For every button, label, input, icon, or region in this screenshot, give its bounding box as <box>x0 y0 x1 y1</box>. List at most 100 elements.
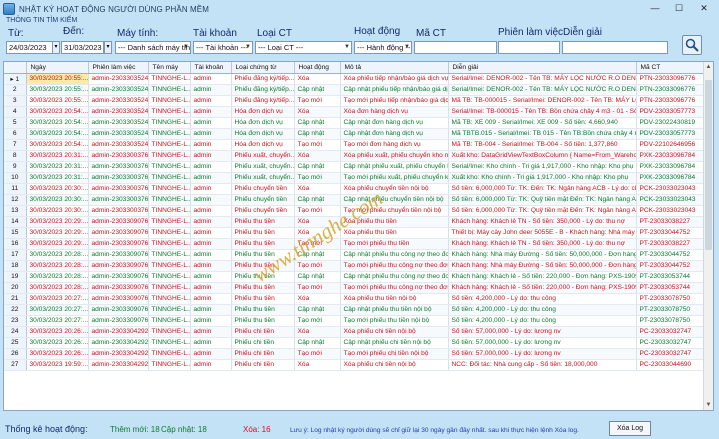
row-number[interactable]: 24 <box>4 326 27 338</box>
table-cell[interactable]: Phiếu chi tiền <box>231 337 295 349</box>
table-cell[interactable]: Cập nhật <box>294 271 341 283</box>
row-number[interactable]: 3 <box>4 95 27 107</box>
table-cell[interactable]: admin <box>190 359 232 371</box>
table-cell[interactable]: TINNGHE-L... <box>148 172 191 184</box>
column-header[interactable]: Mã CT <box>636 62 705 74</box>
table-cell[interactable]: admin <box>190 348 232 360</box>
table-cell[interactable]: admin-23033035246 <box>88 73 149 85</box>
table-cell[interactable]: admin-23033003763 <box>88 183 149 195</box>
table-cell[interactable]: admin-23033090767 <box>88 293 149 305</box>
table-cell[interactable]: Tạo mới phiếu chi tiền nội bộ <box>340 348 449 360</box>
table-cell[interactable]: TINNGHE-L... <box>148 128 191 140</box>
table-cell[interactable]: PT-23033038227 <box>636 238 705 250</box>
table-cell[interactable]: Mã TB: XE 009 - Serial/Imei: XE 009 - Số… <box>448 117 637 129</box>
row-number[interactable]: 17 <box>4 249 27 261</box>
table-row[interactable]: 24 30/03/2023 20:26:... admin-23033042921 T… <box>4 326 705 338</box>
table-cell[interactable]: Số tiền: 6,000,000 Từ: TK: Đến: TK: Ngân… <box>448 183 637 195</box>
table-cell[interactable]: admin <box>190 84 232 96</box>
action-select[interactable]: --- Hành động -- ▼ <box>354 41 412 54</box>
table-cell[interactable]: Xóa đơn hàng dịch vụ <box>340 106 449 118</box>
table-cell[interactable]: Xóa phiếu xuất, phiếu chuyển kho nội bộ <box>340 150 449 162</box>
table-cell[interactable]: 30/03/2023 20:27:... <box>26 304 89 316</box>
table-cell[interactable]: PDV-23022430819 <box>636 117 705 129</box>
table-cell[interactable]: Xóa phiếu thu tiền nội bộ <box>340 293 449 305</box>
table-cell[interactable]: PT-23033044752 <box>636 249 705 261</box>
table-cell[interactable]: 30/03/2023 20:55:... <box>26 95 89 107</box>
table-cell[interactable]: admin-23033090767 <box>88 216 149 228</box>
table-cell[interactable]: Cập nhật phiếu xuất, phiếu chuyển kho... <box>340 161 449 173</box>
table-cell[interactable]: PXK-23033096784 <box>636 161 705 173</box>
row-number[interactable]: 22 <box>4 304 27 316</box>
table-cell[interactable]: admin-23033003763 <box>88 150 149 162</box>
table-cell[interactable]: TINNGHE-L... <box>148 260 191 272</box>
table-row[interactable]: 2 30/03/2023 20:55:... admin-23033035246 TI… <box>4 84 705 96</box>
table-cell[interactable]: Xóa <box>294 293 341 305</box>
table-cell[interactable]: admin <box>190 227 232 239</box>
scroll-up-icon[interactable]: ▲ <box>704 62 713 72</box>
table-cell[interactable]: Số tiền: 6,000,000 Từ: TK: Quỹ tiền mặt … <box>448 194 637 206</box>
table-cell[interactable]: Hóa đơn dịch vụ <box>231 128 295 140</box>
table-cell[interactable]: 30/03/2023 20:26:... <box>26 348 89 360</box>
table-cell[interactable]: Xuất kho: Kho chính - Tri giá 1,917,000 … <box>448 172 637 184</box>
table-cell[interactable]: PTN-23033096776 <box>636 73 705 85</box>
table-cell[interactable]: Phiếu chi tiền <box>231 348 295 360</box>
table-cell[interactable]: PT-23033038227 <box>636 216 705 228</box>
table-cell[interactable]: Khách hàng: Nhà máy Đường - Số tiền: 50,… <box>448 260 637 272</box>
table-cell[interactable]: admin <box>190 216 232 228</box>
table-row[interactable]: 6 30/03/2023 20:54:... admin-23033035246 TI… <box>4 128 705 140</box>
column-header[interactable]: Tên máy <box>148 62 191 74</box>
table-cell[interactable]: admin-23033003763 <box>88 161 149 173</box>
table-cell[interactable]: admin-23033035246 <box>88 128 149 140</box>
table-row[interactable]: 15 30/03/2023 20:29:... admin-23033090767 T… <box>4 227 705 239</box>
scrollbar-thumb[interactable] <box>705 80 712 250</box>
row-number[interactable]: 13 <box>4 205 27 217</box>
table-row[interactable]: 27 30/03/2023 19:59:... admin-23033042921 T… <box>4 359 705 371</box>
row-header-corner[interactable] <box>4 62 27 74</box>
table-cell[interactable]: Phiếu đăng ký/tiếp... <box>231 84 295 96</box>
table-cell[interactable]: admin <box>190 260 232 272</box>
table-row[interactable]: 17 30/03/2023 20:28:... admin-23033090767 T… <box>4 249 705 261</box>
table-cell[interactable]: admin <box>190 271 232 283</box>
table-cell[interactable]: Xóa phiếu chuyển tiền nội bộ <box>340 183 449 195</box>
table-cell[interactable]: TINNGHE-L... <box>148 183 191 195</box>
table-cell[interactable]: admin <box>190 337 232 349</box>
table-cell[interactable]: 30/03/2023 20:54:... <box>26 117 89 129</box>
table-cell[interactable]: TINNGHE-L... <box>148 293 191 305</box>
table-cell[interactable]: admin-23033035246 <box>88 106 149 118</box>
table-cell[interactable]: 30/03/2023 20:54:... <box>26 128 89 140</box>
table-cell[interactable]: PCK-23033023043 <box>636 183 705 195</box>
table-cell[interactable]: TINNGHE-L... <box>148 282 191 294</box>
table-cell[interactable]: admin <box>190 293 232 305</box>
table-cell[interactable]: PDV-22102646956 <box>636 139 705 151</box>
title-bar[interactable]: NHẬT KÝ HOẠT ĐỘNG NGƯỜI DÙNG PHẦN MỀM — … <box>0 0 719 18</box>
table-cell[interactable]: admin-23033090767 <box>88 238 149 250</box>
table-cell[interactable]: Hóa đơn dịch vụ <box>231 106 295 118</box>
table-cell[interactable]: TINNGHE-L... <box>148 73 191 85</box>
table-row[interactable]: 4 30/03/2023 20:54:... admin-23033035246 TI… <box>4 106 705 118</box>
table-row[interactable]: 5 30/03/2023 20:54:... admin-23033035246 TI… <box>4 117 705 129</box>
table-cell[interactable]: 30/03/2023 20:29:... <box>26 216 89 228</box>
row-number[interactable]: 10 <box>4 172 27 184</box>
table-cell[interactable]: 30/03/2023 20:26:... <box>26 326 89 338</box>
table-cell[interactable]: admin <box>190 172 232 184</box>
row-number[interactable]: 27 <box>4 359 27 371</box>
table-cell[interactable]: PC-23033032747 <box>636 326 705 338</box>
table-cell[interactable]: admin-23033090767 <box>88 315 149 327</box>
doc-no-input[interactable] <box>414 41 497 54</box>
row-number[interactable]: 12 <box>4 194 27 206</box>
table-row[interactable]: 3 30/03/2023 20:55:... admin-23033035246 TI… <box>4 95 705 107</box>
table-cell[interactable]: Mã TBTB.015 - Serial/Imei: TB 015 - Tên … <box>448 128 637 140</box>
table-cell[interactable]: Phiếu thu tiền <box>231 216 295 228</box>
table-cell[interactable]: TINNGHE-L... <box>148 106 191 118</box>
table-cell[interactable]: Cập nhật phiếu thu công nợ theo đơn... <box>340 271 449 283</box>
table-cell[interactable]: Phiếu xuất, chuyển... <box>231 161 295 173</box>
table-cell[interactable]: Phiếu thu tiền <box>231 293 295 305</box>
table-cell[interactable]: admin-23033003763 <box>88 194 149 206</box>
table-cell[interactable]: 30/03/2023 20:30:... <box>26 194 89 206</box>
table-cell[interactable]: admin <box>190 161 232 173</box>
table-cell[interactable]: Phiếu xuất, chuyển... <box>231 172 295 184</box>
table-cell[interactable]: PT-23033078750 <box>636 304 705 316</box>
table-cell[interactable]: TINNGHE-L... <box>148 326 191 338</box>
table-cell[interactable]: Phiếu đăng ký/tiếp... <box>231 95 295 107</box>
table-cell[interactable]: Tạo mới phiếu thu tiền <box>340 238 449 250</box>
